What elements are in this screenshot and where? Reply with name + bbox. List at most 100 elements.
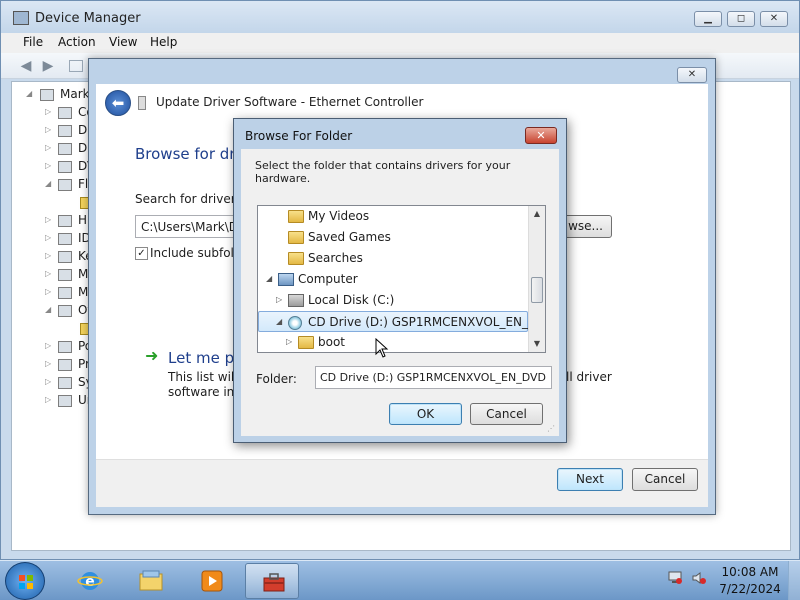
device-icon: [58, 341, 72, 353]
pick-description-fragment: ll driver: [566, 370, 612, 384]
properties-icon[interactable]: [69, 60, 83, 72]
expand-icon[interactable]: ▷: [45, 125, 55, 134]
expand-icon[interactable]: ▷: [45, 251, 55, 260]
device-manager-titlebar[interactable]: Device Manager ▁ ◻ ✕: [1, 1, 799, 33]
tree-item-searches[interactable]: Searches: [258, 248, 528, 269]
tree-item-label: boot: [318, 335, 346, 349]
update-driver-header: ⬅ Update Driver Software - Ethernet Cont…: [96, 84, 708, 121]
browse-folder-body: Select the folder that contains drivers …: [241, 149, 559, 436]
folder-icon: [288, 210, 304, 223]
minimize-button[interactable]: ▁: [694, 11, 722, 27]
media-player-icon: [201, 570, 223, 592]
green-arrow-icon: ➜: [145, 346, 159, 365]
browse-folder-dialog: Browse For Folder ✕ Select the folder th…: [233, 118, 567, 443]
toolbox-icon: [263, 573, 285, 592]
device-icon: [58, 179, 72, 191]
device-icon: [58, 359, 72, 371]
menu-file[interactable]: File: [23, 35, 43, 49]
network-icon[interactable]: [668, 571, 682, 585]
expand-icon[interactable]: ▷: [45, 107, 55, 116]
expand-icon[interactable]: ▷: [45, 377, 55, 386]
usb-icon: [58, 395, 72, 407]
folder-icon: [298, 336, 314, 349]
folder-icon: [139, 570, 163, 591]
include-subfolders-checkbox[interactable]: ✓: [135, 247, 148, 260]
dvd-icon: [288, 316, 302, 330]
back-arrow-icon[interactable]: ⬅: [105, 90, 131, 116]
scroll-up-icon[interactable]: ▲: [529, 206, 545, 222]
folder-input[interactable]: CD Drive (D:) GSP1RMCENXVOL_EN_DVD: [315, 366, 552, 389]
tree-item-saved-games[interactable]: Saved Games: [258, 227, 528, 248]
folder-tree[interactable]: My Videos Saved Games Searches ◢ Compute…: [257, 205, 546, 353]
resize-grip-icon[interactable]: ⋰: [547, 424, 557, 434]
expand-icon[interactable]: ▷: [45, 233, 55, 242]
collapse-icon[interactable]: ◢: [26, 89, 36, 98]
collapse-icon[interactable]: ◢: [276, 317, 282, 326]
scroll-thumb[interactable]: [531, 277, 543, 303]
menu-view[interactable]: View: [109, 35, 137, 49]
ok-button[interactable]: OK: [389, 403, 462, 425]
expand-icon[interactable]: ▷: [45, 395, 55, 404]
computer-icon: [278, 273, 294, 286]
expand-icon[interactable]: ▷: [276, 295, 282, 304]
device-icon: [58, 377, 72, 389]
speaker-muted-icon[interactable]: [692, 571, 706, 585]
menu-action[interactable]: Action: [58, 35, 96, 49]
start-button[interactable]: [5, 562, 45, 600]
internet-explorer-icon: e: [77, 572, 103, 590]
taskbar-device-manager[interactable]: [245, 563, 299, 599]
cancel-button[interactable]: Cancel: [470, 403, 543, 425]
maximize-button[interactable]: ◻: [727, 11, 755, 27]
back-arrow-icon[interactable]: ◀: [17, 58, 35, 74]
tree-item-label: CD Drive (D:) GSP1RMCENXVOL_EN_DVD: [308, 315, 546, 329]
expand-icon[interactable]: ▷: [45, 269, 55, 278]
device-icon: [58, 305, 72, 317]
tree-item-label: My Videos: [308, 209, 370, 223]
tree-item-computer[interactable]: ◢ Computer: [258, 269, 528, 290]
device-icon: [58, 143, 72, 155]
tree-item-cd-drive[interactable]: ◢ CD Drive (D:) GSP1RMCENXVOL_EN_DVD: [258, 311, 545, 332]
scroll-down-icon[interactable]: ▼: [529, 336, 545, 352]
tree-item-label: Searches: [308, 251, 363, 265]
collapse-icon[interactable]: ◢: [45, 305, 55, 314]
browse-folder-title: Browse For Folder: [245, 129, 353, 143]
taskbar-internet-explorer[interactable]: e: [62, 563, 116, 599]
taskbar-explorer[interactable]: [123, 563, 177, 599]
expand-icon[interactable]: ▷: [45, 359, 55, 368]
computer-icon: [40, 89, 54, 101]
tree-item-boot[interactable]: ▷ boot: [258, 332, 528, 352]
taskbar-media-player[interactable]: [184, 563, 238, 599]
device-manager-icon: [13, 11, 29, 25]
expand-icon[interactable]: ▷: [45, 161, 55, 170]
cancel-button[interactable]: Cancel: [632, 468, 698, 491]
expand-icon[interactable]: ▷: [45, 143, 55, 152]
tree-item-label: Computer: [298, 272, 358, 286]
instruction-text: Select the folder that contains drivers …: [255, 159, 511, 185]
clock-time[interactable]: 10:08 AM: [720, 565, 780, 579]
window-title: Device Manager: [35, 11, 141, 26]
menu-help[interactable]: Help: [150, 35, 177, 49]
collapse-icon[interactable]: ◢: [45, 179, 55, 188]
device-icon: [58, 287, 72, 299]
folder-icon: [288, 252, 304, 265]
expand-icon[interactable]: ▷: [286, 337, 292, 346]
disk-icon: [288, 294, 304, 307]
clock-date[interactable]: 7/22/2024: [717, 582, 783, 596]
tree-item-my-videos[interactable]: My Videos: [258, 206, 528, 227]
next-button[interactable]: Next: [557, 468, 623, 491]
device-icon: [58, 251, 72, 263]
browse-folder-close-button[interactable]: ✕: [525, 127, 557, 144]
windows-logo-icon: [19, 575, 33, 589]
vertical-scrollbar[interactable]: ▲ ▼: [528, 206, 545, 352]
forward-arrow-icon[interactable]: ▶: [39, 58, 57, 74]
update-driver-footer: Next Cancel: [96, 459, 708, 507]
expand-icon[interactable]: ▷: [45, 215, 55, 224]
close-button[interactable]: ✕: [760, 11, 788, 27]
show-desktop-button[interactable]: [788, 561, 800, 600]
expand-icon[interactable]: ▷: [45, 341, 55, 350]
expand-icon[interactable]: ▷: [45, 287, 55, 296]
folder-icon: [288, 231, 304, 244]
update-driver-close-button[interactable]: ✕: [677, 67, 707, 83]
tree-item-local-disk[interactable]: ▷ Local Disk (C:): [258, 290, 528, 311]
collapse-icon[interactable]: ◢: [266, 274, 272, 283]
